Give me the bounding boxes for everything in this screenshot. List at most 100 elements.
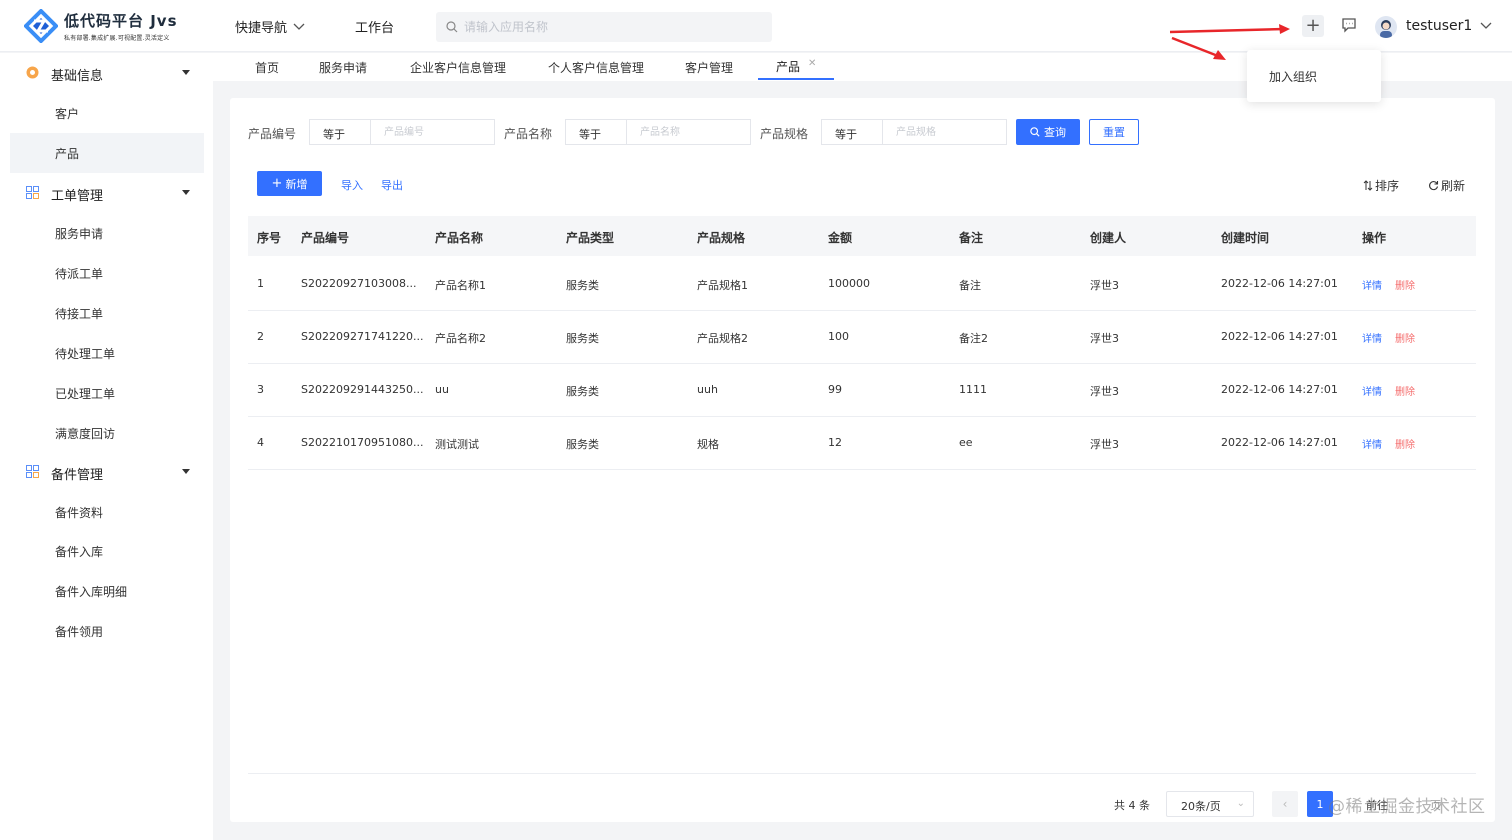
sidebar-item-pending-process[interactable]: 待处理工单 <box>10 333 204 373</box>
cell-amount: 100000 <box>828 277 870 290</box>
user-avatar[interactable] <box>1375 16 1397 38</box>
filter-operator-code[interactable]: 等于 <box>309 119 371 145</box>
add-label: 新增 <box>285 177 308 191</box>
column-header: 创建时间 <box>1221 231 1270 245</box>
sidebar-item-spare-inbound[interactable]: 备件入库 <box>10 531 204 571</box>
column-header: 序号 <box>257 231 282 245</box>
cell-product-type: 服务类 <box>566 279 599 292</box>
cell-product-name: 测试测试 <box>435 438 479 451</box>
sort-label: 排序 <box>1375 179 1400 193</box>
cell-product-spec: 产品规格1 <box>697 279 748 292</box>
detail-link[interactable]: 详情 <box>1362 330 1382 345</box>
close-icon[interactable]: ✕ <box>808 58 816 69</box>
delete-link[interactable]: 删除 <box>1395 436 1415 451</box>
message-icon[interactable] <box>1340 16 1358 34</box>
quick-nav-label: 快捷导航 <box>235 21 288 36</box>
quick-nav-menu[interactable]: 快捷导航 <box>235 17 305 36</box>
plus-icon: + <box>271 176 283 191</box>
table-header <box>248 216 1476 256</box>
sidebar-item-customer[interactable]: 客户 <box>10 93 204 133</box>
sidebar-group-basic-info[interactable]: 基础信息 <box>0 53 213 93</box>
tab-enterprise-customer[interactable]: 企业客户信息管理 <box>410 59 506 76</box>
cell-product-code: S202210170951080... <box>301 436 424 449</box>
column-header: 备注 <box>959 231 984 245</box>
sidebar-item-processed[interactable]: 已处理工单 <box>10 373 204 413</box>
cell-index: 2 <box>257 330 264 343</box>
tab-personal-customer[interactable]: 个人客户信息管理 <box>548 59 644 76</box>
detail-link[interactable]: 详情 <box>1362 383 1382 398</box>
cell-created-time: 2022-12-06 14:27:01 <box>1221 277 1338 290</box>
sort-button[interactable]: 排序 <box>1363 177 1399 194</box>
sidebar-item-pending-accept[interactable]: 待接工单 <box>10 293 204 333</box>
search-input[interactable] <box>464 20 744 34</box>
filter-operator-spec[interactable]: 等于 <box>821 119 883 145</box>
column-header: 产品规格 <box>697 231 746 245</box>
detail-link[interactable]: 详情 <box>1362 436 1382 451</box>
plus-button[interactable]: + <box>1302 15 1324 37</box>
prev-page-button[interactable]: ‹ <box>1272 791 1298 817</box>
delete-link[interactable]: 删除 <box>1395 277 1415 292</box>
refresh-button[interactable]: 刷新 <box>1428 177 1465 194</box>
sidebar-item-spare-inbound-detail[interactable]: 备件入库明细 <box>10 571 204 611</box>
sidebar-item-product[interactable]: 产品 <box>10 133 204 173</box>
detail-link[interactable]: 详情 <box>1362 277 1382 292</box>
sidebar-item-pending-dispatch[interactable]: 待派工单 <box>10 253 204 293</box>
app-search[interactable] <box>436 12 772 42</box>
filter-input-name[interactable] <box>627 119 751 145</box>
cell-index: 1 <box>257 277 264 290</box>
query-button[interactable]: 查询 <box>1016 119 1080 145</box>
reset-button[interactable]: 重置 <box>1089 119 1139 145</box>
logo-icon <box>24 9 58 43</box>
cell-product-code: S202209291443250... <box>301 383 424 396</box>
filter-input-code[interactable] <box>371 119 495 145</box>
sidebar-item-spare-info[interactable]: 备件资料 <box>10 492 204 532</box>
sidebar-group-spare-parts[interactable]: 备件管理 <box>0 452 213 492</box>
sidebar-item-label: 备件资料 <box>55 506 104 520</box>
cell-product-code: S20220927103008... <box>301 277 417 290</box>
logo-subtitle: 私有部署.集成扩展.可视配置.灵活定义 <box>64 35 170 42</box>
logo-title: 低代码平台 Jvs <box>64 12 178 30</box>
join-organization-item[interactable]: 加入组织 <box>1269 68 1317 85</box>
cell-product-name: uu <box>435 383 449 396</box>
export-button[interactable]: 导出 <box>381 177 403 193</box>
sidebar-group-work-order[interactable]: 工单管理 <box>0 173 213 213</box>
filter-operator-name[interactable]: 等于 <box>565 119 627 145</box>
chevron-down-icon[interactable] <box>1480 22 1492 30</box>
import-button[interactable]: 导入 <box>341 177 363 193</box>
sidebar-item-spare-requisition[interactable]: 备件领用 <box>10 611 204 651</box>
add-button[interactable]: + 新增 <box>257 171 322 196</box>
cell-remark: 备注 <box>959 279 981 292</box>
app-logo[interactable]: 低代码平台 Jvs 私有部署.集成扩展.可视配置.灵活定义 <box>24 9 178 43</box>
sidebar-item-label: 待接工单 <box>55 307 104 321</box>
caret-down-icon <box>182 70 190 75</box>
cell-amount: 12 <box>828 436 842 449</box>
delete-link[interactable]: 删除 <box>1395 330 1415 345</box>
delete-link[interactable]: 删除 <box>1395 383 1415 398</box>
filter-label-name: 产品名称 <box>504 127 553 141</box>
grid-icon <box>26 465 39 478</box>
cell-product-spec: 产品规格2 <box>697 332 748 345</box>
column-header: 产品编号 <box>301 231 350 245</box>
username[interactable]: testuser1 <box>1406 18 1472 34</box>
active-tab-indicator <box>758 78 834 80</box>
sidebar-item-service-request[interactable]: 服务申请 <box>10 213 204 253</box>
tab-service-request[interactable]: 服务申请 <box>319 59 367 76</box>
filter-label-code: 产品编号 <box>248 127 297 141</box>
cell-remark: 1111 <box>959 383 987 396</box>
cell-creator: 浮世3 <box>1090 279 1119 292</box>
sort-icon <box>1363 180 1373 191</box>
tab-product[interactable]: 产品 <box>776 58 800 75</box>
caret-down-icon <box>182 190 190 195</box>
tab-home[interactable]: 首页 <box>255 59 279 76</box>
row-divider <box>248 469 1476 470</box>
page-size-select[interactable]: 20条/页 ⌄ <box>1166 791 1254 817</box>
sidebar-item-satisfaction[interactable]: 满意度回访 <box>10 413 204 453</box>
workbench-link[interactable]: 工作台 <box>355 17 394 36</box>
column-header: 产品名称 <box>435 231 484 245</box>
annotation-arrows <box>1169 24 1290 60</box>
tab-customer-management[interactable]: 客户管理 <box>685 59 733 76</box>
filter-label-spec: 产品规格 <box>760 127 809 141</box>
filter-input-spec[interactable] <box>883 119 1007 145</box>
sidebar-item-label: 已处理工单 <box>55 387 116 401</box>
sidebar-item-label: 满意度回访 <box>55 427 116 441</box>
